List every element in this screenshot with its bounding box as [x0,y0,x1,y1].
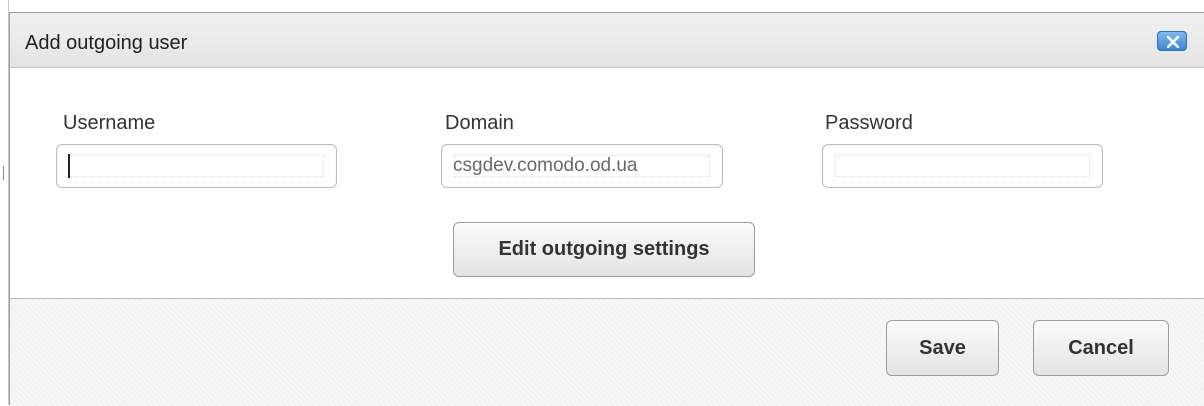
edit-outgoing-settings-button[interactable]: Edit outgoing settings [453,222,755,277]
username-input-focus-ring [69,155,324,177]
password-label: Password [825,112,913,134]
username-label: Username [63,112,156,134]
username-input[interactable] [56,144,337,188]
cancel-button[interactable]: Cancel [1033,320,1169,376]
dialog-titlebar[interactable]: Add outgoing user [10,13,1204,68]
dialog-footer: Save Cancel [10,298,1204,406]
background-window-edge [0,0,9,405]
close-x-icon [1167,36,1179,48]
dialog-title: Add outgoing user [25,32,188,54]
save-button[interactable]: Save [886,320,999,376]
domain-input[interactable]: csgdev.comodo.od.ua [441,144,723,188]
text-cursor [68,154,70,178]
password-input[interactable] [822,144,1103,188]
password-input-focus-ring [835,155,1090,177]
close-button[interactable] [1157,31,1187,51]
domain-value: csgdev.comodo.od.ua [453,155,638,176]
background-edge-mark [3,166,7,180]
domain-label: Domain [445,112,514,134]
add-outgoing-user-dialog: Add outgoing user Username Domain csgdev… [9,12,1204,406]
